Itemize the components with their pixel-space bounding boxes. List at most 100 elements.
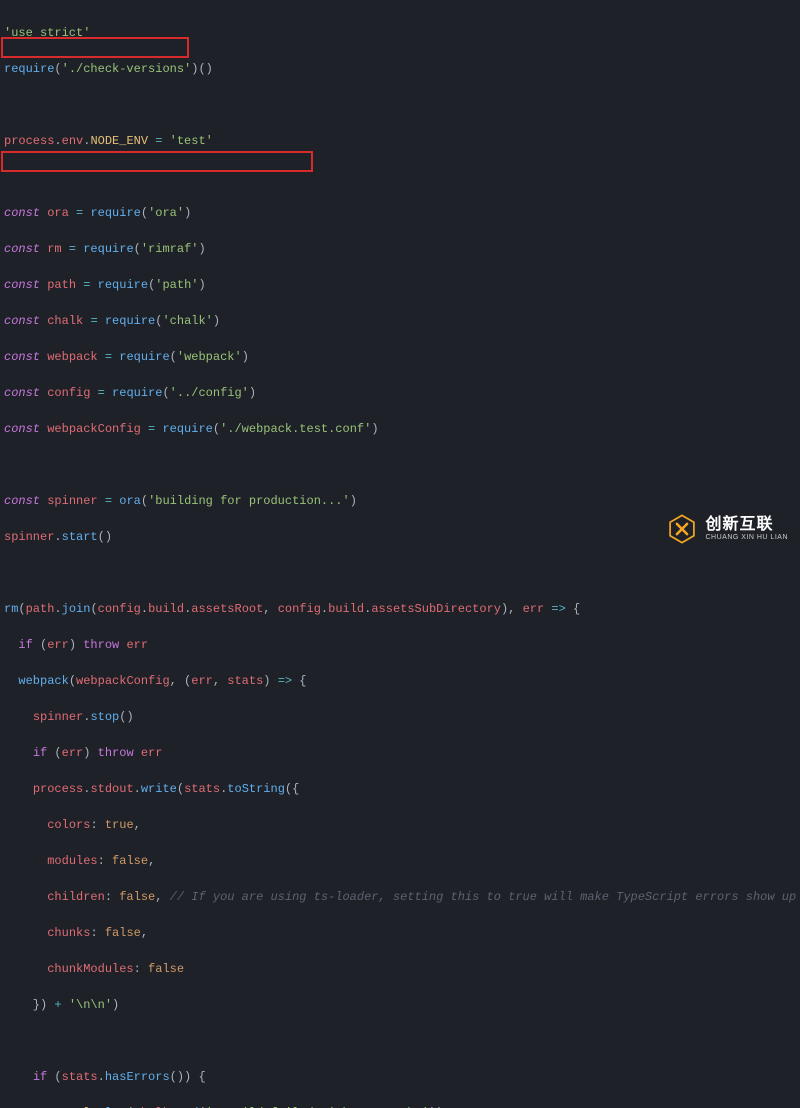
token: chunkModules bbox=[47, 962, 133, 976]
code-line: if (err) throw err bbox=[4, 744, 800, 762]
token: 'path' bbox=[155, 278, 198, 292]
token: ora bbox=[47, 206, 69, 220]
token: path bbox=[47, 278, 76, 292]
token: if bbox=[33, 1070, 47, 1084]
code-line: spinner.stop() bbox=[4, 708, 800, 726]
code-line: const webpack = require('webpack') bbox=[4, 348, 800, 366]
token: hasErrors bbox=[105, 1070, 170, 1084]
code-line: const webpackConfig = require('./webpack… bbox=[4, 420, 800, 438]
token: config bbox=[98, 602, 141, 616]
token: err bbox=[47, 638, 69, 652]
token: const bbox=[4, 278, 40, 292]
code-line bbox=[4, 1032, 800, 1050]
token: const bbox=[4, 494, 40, 508]
token: 'chalk' bbox=[162, 314, 212, 328]
code-line: const config = require('../config') bbox=[4, 384, 800, 402]
token: children bbox=[47, 890, 105, 904]
token: webpack bbox=[18, 674, 68, 688]
token: config bbox=[278, 602, 321, 616]
token: log bbox=[105, 1106, 127, 1108]
token: chalk bbox=[134, 1106, 170, 1108]
token: err bbox=[523, 602, 545, 616]
token: NODE_ENV bbox=[90, 134, 148, 148]
token: if bbox=[18, 638, 32, 652]
token: err bbox=[126, 638, 148, 652]
code-line: webpack(webpackConfig, (err, stats) => { bbox=[4, 672, 800, 690]
token: const bbox=[4, 422, 40, 436]
code-line: children: false, // If you are using ts-… bbox=[4, 888, 800, 906]
token: false bbox=[105, 926, 141, 940]
token: '../config' bbox=[170, 386, 249, 400]
token: require bbox=[98, 278, 148, 292]
token: process bbox=[4, 134, 54, 148]
token: path bbox=[26, 602, 55, 616]
token: stdout bbox=[90, 782, 133, 796]
token: require bbox=[119, 350, 169, 364]
token: spinner bbox=[33, 710, 83, 724]
token: write bbox=[141, 782, 177, 796]
token: require bbox=[105, 314, 155, 328]
logo-icon bbox=[665, 512, 699, 546]
code-line: if (err) throw err bbox=[4, 636, 800, 654]
token: chunks bbox=[47, 926, 90, 940]
token: start bbox=[62, 530, 98, 544]
watermark-logo: 创新互联 CHUANG XIN HU LIAN bbox=[665, 512, 788, 546]
token: const bbox=[4, 386, 40, 400]
token: env bbox=[62, 134, 84, 148]
code-line bbox=[4, 96, 800, 114]
token: build bbox=[328, 602, 364, 616]
token: join bbox=[62, 602, 91, 616]
token: stats bbox=[184, 782, 220, 796]
code-line bbox=[4, 564, 800, 582]
token: toString bbox=[227, 782, 285, 796]
token: webpackConfig bbox=[76, 674, 170, 688]
code-line bbox=[4, 168, 800, 186]
token: if bbox=[33, 746, 47, 760]
token: './check-versions' bbox=[62, 62, 192, 76]
token: rm bbox=[4, 602, 18, 616]
token: err bbox=[141, 746, 163, 760]
token: build bbox=[148, 602, 184, 616]
token: 'webpack' bbox=[177, 350, 242, 364]
code-line: }) + '\n\n') bbox=[4, 996, 800, 1014]
token: // If you are using ts-loader, setting t… bbox=[170, 890, 800, 904]
token: modules bbox=[47, 854, 97, 868]
token: err bbox=[62, 746, 84, 760]
code-line bbox=[4, 456, 800, 474]
token: throw bbox=[98, 746, 134, 760]
token: require bbox=[162, 422, 212, 436]
code-editor: 'use strict' require('./check-versions')… bbox=[0, 0, 800, 1108]
token: stats bbox=[62, 1070, 98, 1084]
code-line: const ora = require('ora') bbox=[4, 204, 800, 222]
token: )() bbox=[191, 62, 213, 76]
token: '\n\n' bbox=[69, 998, 112, 1012]
code-line: modules: false, bbox=[4, 852, 800, 870]
code-line: require('./check-versions')() bbox=[4, 60, 800, 78]
token: spinner bbox=[47, 494, 97, 508]
token: ( bbox=[54, 62, 61, 76]
code-line: process.env.NODE_ENV = 'test' bbox=[4, 132, 800, 150]
token: 'use strict' bbox=[4, 26, 90, 40]
token: const bbox=[4, 350, 40, 364]
token: require bbox=[90, 206, 140, 220]
token: ' Build failed with errors.\n' bbox=[206, 1106, 429, 1108]
token: const bbox=[4, 314, 40, 328]
code-line: console.log(chalk.red(' Build failed wit… bbox=[4, 1104, 800, 1108]
token: stats bbox=[227, 674, 263, 688]
token: require bbox=[83, 242, 133, 256]
token: ora bbox=[119, 494, 141, 508]
code-line: rm(path.join(config.build.assetsRoot, co… bbox=[4, 600, 800, 618]
token: require bbox=[112, 386, 162, 400]
token: const bbox=[4, 206, 40, 220]
code-line: colors: true, bbox=[4, 816, 800, 834]
code-line: const rm = require('rimraf') bbox=[4, 240, 800, 258]
token: process bbox=[33, 782, 83, 796]
token: colors bbox=[47, 818, 90, 832]
code-line: const chalk = require('chalk') bbox=[4, 312, 800, 330]
token: true bbox=[105, 818, 134, 832]
code-line: process.stdout.write(stats.toString({ bbox=[4, 780, 800, 798]
token: assetsRoot bbox=[191, 602, 263, 616]
token: './webpack.test.conf' bbox=[220, 422, 371, 436]
token: require bbox=[4, 62, 54, 76]
token: 'ora' bbox=[148, 206, 184, 220]
